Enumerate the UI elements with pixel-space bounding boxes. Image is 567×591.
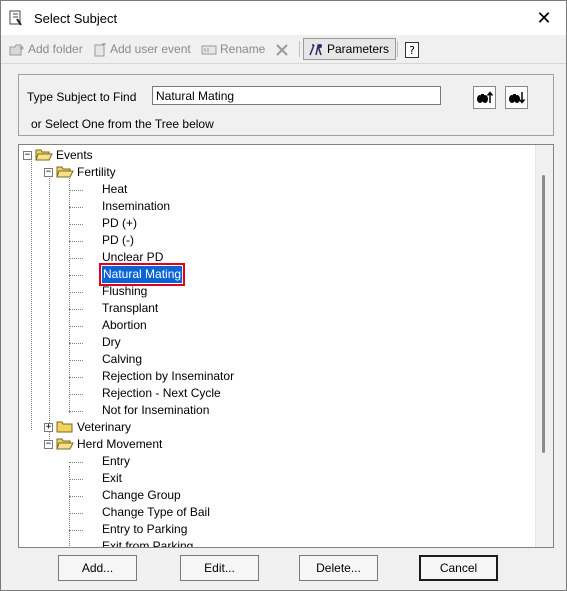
tree-connector xyxy=(69,479,83,480)
add-event-icon xyxy=(94,42,106,57)
tree-connector xyxy=(69,326,83,327)
edit-button[interactable]: Edit... xyxy=(180,555,259,581)
tree-connector xyxy=(69,462,83,463)
add-folder-label: Add folder xyxy=(28,42,83,56)
tree-connector xyxy=(69,258,83,259)
app-icon xyxy=(9,10,22,26)
tree-connector xyxy=(69,411,83,412)
toolbar: Add folder Add user event Rename Paramet… xyxy=(1,35,566,64)
tree-connector xyxy=(69,513,83,514)
tree-connector xyxy=(69,190,83,191)
folder-icon xyxy=(56,437,74,454)
folder-icon xyxy=(35,148,53,165)
tree-connector xyxy=(69,241,83,242)
folder-icon xyxy=(56,420,74,437)
find-panel: Type Subject to Find or Select One from … xyxy=(18,74,554,136)
tree-item[interactable]: Rejection - Next Cycle xyxy=(102,385,221,402)
tree-node-herd-movement-expander[interactable]: − xyxy=(44,440,53,449)
delete-x-icon xyxy=(276,44,288,56)
tree-item[interactable]: Not for Insemination xyxy=(102,402,209,419)
rename-label: Rename xyxy=(220,42,266,56)
add-folder-icon xyxy=(9,44,24,56)
find-down-button[interactable] xyxy=(505,86,528,109)
title-bar: Select Subject ✕ xyxy=(1,1,566,35)
svg-text:?: ? xyxy=(409,44,415,57)
tree-item[interactable]: Change Group xyxy=(102,487,181,504)
tree-connector xyxy=(69,309,83,310)
parameters-label: Parameters xyxy=(327,42,390,56)
tree-connector xyxy=(69,207,83,208)
add-user-event-label: Add user event xyxy=(110,42,191,56)
tree-item[interactable]: Exit from Parking xyxy=(102,538,193,547)
tree-item[interactable]: Abortion xyxy=(102,317,147,334)
tree-node-fertility-expander[interactable]: − xyxy=(44,168,53,177)
tree-connector xyxy=(69,224,83,225)
tree-item-selected[interactable]: Natural Mating xyxy=(98,263,186,286)
scrollbar-thumb[interactable] xyxy=(542,175,545,453)
tree-connector xyxy=(69,275,83,276)
subject-tree[interactable]: − Events − Fertility Heat Insemination PD (+) P… xyxy=(18,144,554,548)
add-user-event-button[interactable]: Add user event xyxy=(93,39,191,59)
cancel-button[interactable]: Cancel xyxy=(419,555,498,581)
tree-item[interactable]: Change Type of Bail xyxy=(102,504,210,521)
folder-icon xyxy=(56,165,74,182)
tree-item[interactable]: Rejection by Inseminator xyxy=(102,368,234,385)
binoculars-up-icon xyxy=(477,91,494,103)
tree-item[interactable]: Calving xyxy=(102,351,142,368)
close-icon[interactable]: ✕ xyxy=(522,1,566,35)
tree-item[interactable]: Entry xyxy=(102,453,130,470)
delete-button[interactable]: Delete... xyxy=(299,555,378,581)
rename-button[interactable]: Rename xyxy=(201,39,265,59)
parameters-icon xyxy=(309,43,322,56)
tree-scrollbar[interactable] xyxy=(535,145,553,547)
tree-item[interactable]: Dry xyxy=(102,334,121,351)
add-folder-button[interactable]: Add folder xyxy=(9,39,83,59)
tree-item[interactable]: PD (-) xyxy=(102,232,134,249)
find-label: Type Subject to Find xyxy=(27,90,137,104)
binoculars-down-icon xyxy=(509,92,526,104)
find-subject-input[interactable] xyxy=(152,86,441,105)
tree-connector xyxy=(69,292,83,293)
tree-node-fertility[interactable]: Fertility xyxy=(77,164,116,181)
tree-node-herd-movement[interactable]: Herd Movement xyxy=(77,436,162,453)
tree-connector xyxy=(69,343,83,344)
tree-connector xyxy=(31,158,32,430)
find-up-button[interactable] xyxy=(473,86,496,109)
tree-hint: or Select One from the Tree below xyxy=(31,117,214,131)
help-icon: ? xyxy=(405,41,419,58)
delete-toolbar-button[interactable] xyxy=(276,39,291,59)
tree-node-events[interactable]: Events xyxy=(56,147,93,164)
tree-connector xyxy=(69,547,83,548)
tree-connector xyxy=(69,377,83,378)
tree-item[interactable]: Entry to Parking xyxy=(102,521,187,538)
tree-item[interactable]: Transplant xyxy=(102,300,158,317)
tree-connector xyxy=(69,530,83,531)
tree-item[interactable]: Unclear PD xyxy=(102,249,163,266)
tree-node-events-expander[interactable]: − xyxy=(23,151,32,160)
tree-node-veterinary[interactable]: Veterinary xyxy=(77,419,131,436)
tree-item[interactable]: Exit xyxy=(102,470,122,487)
select-subject-dialog: Select Subject ✕ Add folder Add user eve… xyxy=(0,0,567,591)
parameters-button[interactable]: Parameters xyxy=(303,38,397,60)
tree-item[interactable]: Heat xyxy=(102,181,127,198)
tree-connector xyxy=(69,496,83,497)
tree-connector xyxy=(69,360,83,361)
add-button[interactable]: Add... xyxy=(58,555,137,581)
tree-connector xyxy=(69,394,83,395)
tree-item[interactable]: PD (+) xyxy=(102,215,137,232)
help-button[interactable]: ? xyxy=(404,39,423,59)
rename-icon xyxy=(201,45,217,55)
tree-connector xyxy=(49,175,50,447)
tree-item[interactable]: Insemination xyxy=(102,198,170,215)
toolbar-separator xyxy=(299,41,300,57)
toolbar-separator xyxy=(397,41,398,57)
tree-item[interactable]: Flushing xyxy=(102,283,147,300)
tree-node-veterinary-expander[interactable]: + xyxy=(44,423,53,432)
window-title: Select Subject xyxy=(34,11,118,26)
